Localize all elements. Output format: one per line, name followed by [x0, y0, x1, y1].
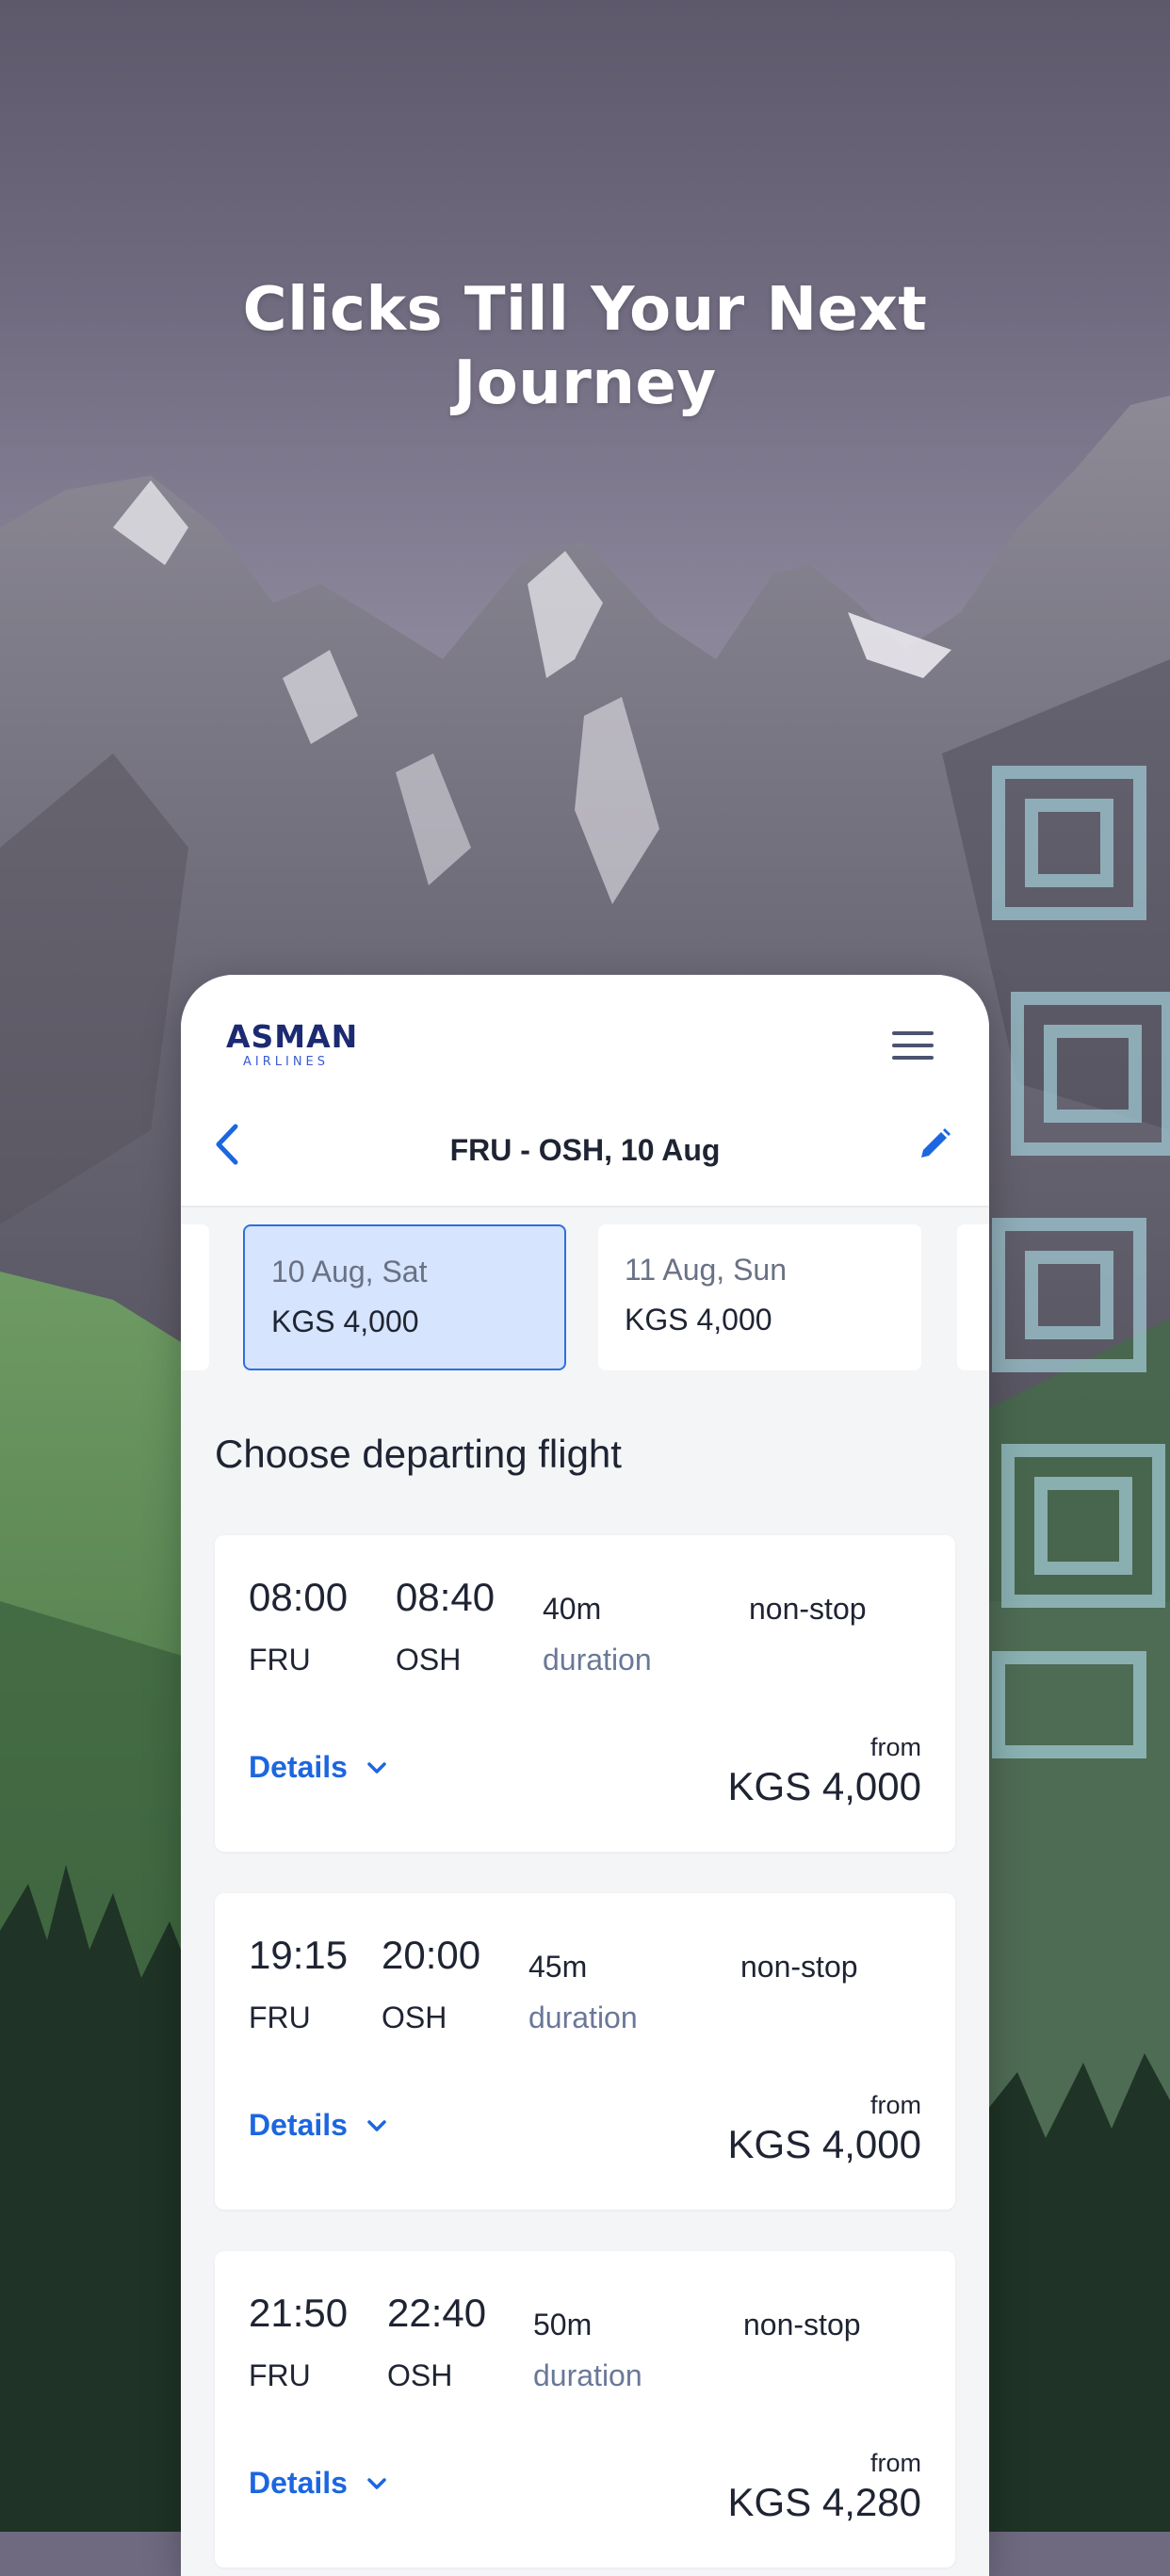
- destination-code: OSH: [396, 1643, 462, 1677]
- arrival-time: 08:40: [396, 1575, 496, 1619]
- promo-headline-line1: Clicks Till Your Next: [242, 275, 928, 345]
- price-from-label: from: [870, 2449, 921, 2477]
- chevron-down-icon: [367, 2477, 386, 2489]
- app-header: ASMAN AIRLINES FRU - OSH, 10 Aug: [181, 975, 989, 1207]
- duration-label: duration: [528, 2001, 638, 2034]
- date-chip-price: KGS 4,000: [271, 1304, 419, 1338]
- promo-headline: Clicks Till Your Next Journey: [0, 273, 1170, 420]
- date-chip-date: 11 Aug, Sun: [625, 1253, 787, 1287]
- date-chip-selected[interactable]: 10 Aug, Sat KGS 4,000: [243, 1224, 566, 1370]
- flight-duration: 50m: [533, 2308, 593, 2341]
- chevron-down-icon: [367, 1761, 386, 1774]
- flight-card[interactable]: 21:50 22:40 FRU OSH 50m duration non-sto…: [215, 2251, 955, 2568]
- logo-subtitle: AIRLINES: [243, 1055, 330, 1069]
- flight-duration: 45m: [528, 1950, 588, 1984]
- price-from-label: from: [870, 1733, 921, 1761]
- flight-card[interactable]: 19:15 20:00 FRU OSH 45m duration non-sto…: [215, 1893, 955, 2210]
- departure-time: 08:00: [249, 1575, 349, 1619]
- destination-code: OSH: [387, 2358, 453, 2392]
- departure-time: 21:50: [249, 2291, 349, 2335]
- date-chip-date: 10 Aug, Sat: [271, 1255, 428, 1288]
- back-button[interactable]: [209, 1121, 247, 1168]
- airline-logo[interactable]: ASMAN AIRLINES: [226, 1020, 367, 1071]
- duration-label: duration: [533, 2358, 642, 2392]
- date-chip-next[interactable]: [957, 1224, 989, 1370]
- flight-price: KGS 4,000: [727, 1764, 921, 1808]
- hamburger-menu-icon[interactable]: [889, 1022, 936, 1069]
- price-from-label: from: [870, 2091, 921, 2119]
- origin-code: FRU: [249, 1643, 311, 1677]
- duration-label: duration: [543, 1643, 652, 1677]
- promo-headline-line2: Journey: [453, 348, 717, 418]
- departure-time: 19:15: [249, 1933, 349, 1977]
- stops-label: non-stop: [749, 1592, 867, 1626]
- date-chip-previous[interactable]: [181, 1224, 209, 1370]
- origin-code: FRU: [249, 2001, 311, 2034]
- details-toggle[interactable]: Details: [249, 1750, 387, 1785]
- pencil-icon: [921, 1128, 951, 1158]
- date-chip-price: KGS 4,000: [625, 1303, 772, 1337]
- details-toggle[interactable]: Details: [249, 2466, 387, 2501]
- stops-label: non-stop: [740, 1950, 858, 1984]
- date-chip[interactable]: 11 Aug, Sun KGS 4,000: [598, 1224, 921, 1370]
- chevron-down-icon: [367, 2119, 386, 2131]
- menu-line: [892, 1031, 934, 1035]
- app-screen: ASMAN AIRLINES FRU - OSH, 10 Aug 10 Aug,…: [181, 975, 989, 2576]
- flight-duration: 40m: [543, 1592, 602, 1626]
- origin-code: FRU: [249, 2358, 311, 2392]
- arrival-time: 22:40: [387, 2291, 487, 2335]
- section-title: Choose departing flight: [215, 1432, 622, 1476]
- stops-label: non-stop: [743, 2308, 861, 2341]
- details-label: Details: [249, 2466, 348, 2500]
- menu-line: [892, 1056, 934, 1060]
- flight-price: KGS 4,280: [727, 2480, 921, 2524]
- flight-card[interactable]: 08:00 08:40 FRU OSH 40m duration non-sto…: [215, 1535, 955, 1852]
- flight-price: KGS 4,000: [727, 2122, 921, 2166]
- details-label: Details: [249, 1750, 348, 1784]
- arrival-time: 20:00: [382, 1933, 481, 1977]
- date-selector: 10 Aug, Sat KGS 4,000 11 Aug, Sun KGS 4,…: [181, 1224, 989, 1375]
- chevron-left-icon: [216, 1124, 238, 1165]
- logo-wordmark: ASMAN: [226, 1018, 359, 1055]
- details-toggle[interactable]: Details: [249, 2108, 387, 2143]
- menu-line: [892, 1044, 934, 1047]
- details-label: Details: [249, 2108, 348, 2142]
- edit-search-button[interactable]: [916, 1126, 953, 1163]
- route-title: FRU - OSH, 10 Aug: [449, 1133, 721, 1167]
- destination-code: OSH: [382, 2001, 447, 2034]
